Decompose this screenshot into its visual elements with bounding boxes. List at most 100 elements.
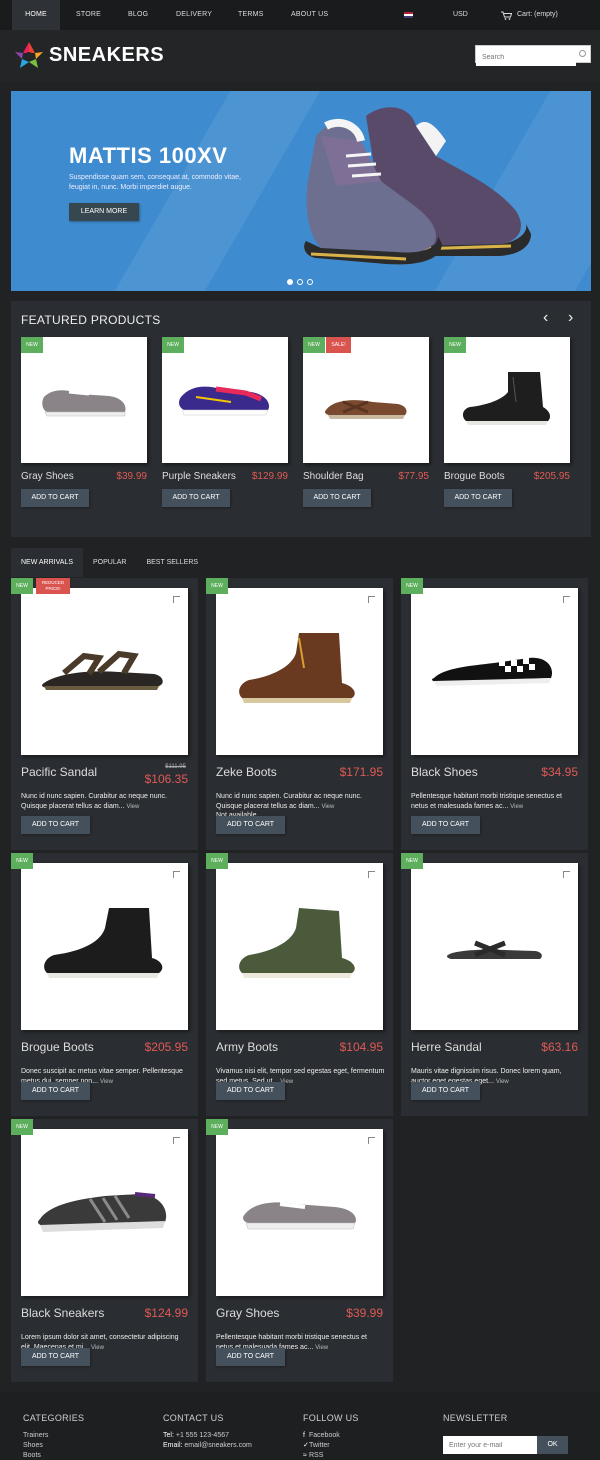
add-to-cart-button[interactable]: ADD TO CART: [21, 816, 90, 834]
product-name[interactable]: Army Boots: [216, 1040, 278, 1054]
product-image[interactable]: [216, 1129, 383, 1296]
compare-checkbox-icon[interactable]: [173, 871, 180, 878]
hero-dot-1[interactable]: [287, 279, 293, 285]
hero-dot-3[interactable]: [307, 279, 313, 285]
nav-store[interactable]: STORE: [76, 0, 101, 30]
product-name[interactable]: Gray Shoes: [216, 1306, 279, 1320]
footer-link-boots[interactable]: Boots: [23, 1451, 84, 1460]
product-price: $63.16: [541, 1040, 578, 1054]
featured-next-arrow[interactable]: ›: [568, 309, 573, 327]
featured-prev-arrow[interactable]: ‹: [543, 309, 548, 327]
footer-link-twitter[interactable]: ✓Twitter: [303, 1441, 359, 1451]
add-to-cart-button[interactable]: ADD TO CART: [216, 816, 285, 834]
product-name[interactable]: Pacific Sandal: [21, 765, 97, 779]
footer-newsletter: NEWSLETTER: [443, 1413, 508, 1431]
hero-text: Suspendisse quam sem, consequat at, comm…: [69, 174, 241, 191]
us-flag-icon[interactable]: [404, 12, 413, 18]
product-image[interactable]: NEW: [162, 337, 288, 463]
product-image[interactable]: NEW: [444, 337, 570, 463]
nav-terms[interactable]: TERMS: [238, 0, 264, 30]
view-link[interactable]: View: [510, 804, 523, 810]
product-name[interactable]: Zeke Boots: [216, 765, 277, 779]
compare-checkbox-icon[interactable]: [368, 1137, 375, 1144]
product-image[interactable]: [411, 863, 578, 1030]
logo-text[interactable]: SNEAKERS: [49, 44, 164, 67]
tab-best-sellers[interactable]: BEST SELLERS: [136, 548, 208, 577]
product-image[interactable]: [216, 863, 383, 1030]
add-to-cart-button[interactable]: ADD TO CART: [21, 489, 89, 507]
add-to-cart-button[interactable]: ADD TO CART: [444, 489, 512, 507]
new-badge: NEW: [303, 337, 325, 353]
product-image[interactable]: [21, 1129, 188, 1296]
product-name[interactable]: Black Sneakers: [21, 1306, 104, 1320]
nav-home[interactable]: HOME: [12, 0, 60, 30]
view-link[interactable]: View: [315, 1345, 328, 1351]
product-description: Pellentesque habitant morbi tristique se…: [411, 793, 562, 810]
add-to-cart-button[interactable]: ADD TO CART: [411, 1082, 480, 1100]
add-to-cart-button[interactable]: ADD TO CART: [21, 1348, 90, 1366]
add-to-cart-button[interactable]: ADD TO CART: [411, 816, 480, 834]
product-price: $77.95: [398, 471, 429, 482]
product-image[interactable]: NEW: [21, 337, 147, 463]
tab-new-arrivals[interactable]: NEW ARRIVALS: [11, 548, 83, 577]
view-link[interactable]: View: [100, 1079, 113, 1085]
search-input[interactable]: [476, 49, 576, 66]
product-name[interactable]: Brogue Boots: [21, 1040, 94, 1054]
currency-selector[interactable]: USD: [453, 0, 468, 30]
logo-star-icon[interactable]: [14, 40, 44, 70]
new-badge: NEW: [206, 853, 228, 869]
sale-badge: SALE!: [326, 337, 351, 353]
footer-email-link[interactable]: email@sneakers.com: [184, 1442, 251, 1449]
product-name[interactable]: Purple Sneakers: [162, 471, 236, 482]
add-to-cart-button[interactable]: ADD TO CART: [21, 1082, 90, 1100]
product-description: Nunc id nunc sapien. Curabitur ac neque …: [216, 793, 362, 810]
view-link[interactable]: View: [91, 1345, 104, 1351]
add-to-cart-button[interactable]: ADD TO CART: [303, 489, 371, 507]
product-name[interactable]: Black Shoes: [411, 765, 478, 779]
compare-checkbox-icon[interactable]: [173, 1137, 180, 1144]
add-to-cart-button[interactable]: ADD TO CART: [216, 1082, 285, 1100]
product-tabs: NEW ARRIVALS POPULAR BEST SELLERS: [11, 548, 591, 577]
nav-blog[interactable]: BLOG: [128, 0, 148, 30]
search-icon[interactable]: [579, 50, 586, 57]
footer-link-shoes[interactable]: Shoes: [23, 1441, 84, 1451]
new-badge: NEW: [206, 578, 228, 594]
product-image[interactable]: [21, 588, 188, 755]
compare-checkbox-icon[interactable]: [368, 596, 375, 603]
product-card: NEW Brogue Boots $205.95 Donec suscipit …: [11, 853, 198, 1116]
add-to-cart-button[interactable]: ADD TO CART: [216, 1348, 285, 1366]
footer-link-facebook[interactable]: f Facebook: [303, 1431, 359, 1441]
newsletter-ok-button[interactable]: OK: [537, 1436, 568, 1454]
nav-about-us[interactable]: ABOUT US: [291, 0, 328, 30]
newsletter-email-input[interactable]: [443, 1436, 537, 1454]
tab-popular[interactable]: POPULAR: [83, 548, 136, 577]
product-name[interactable]: Shoulder Bag: [303, 471, 364, 482]
product-name[interactable]: Brogue Boots: [444, 471, 505, 482]
compare-checkbox-icon[interactable]: [173, 596, 180, 603]
add-to-cart-button[interactable]: ADD TO CART: [162, 489, 230, 507]
product-image[interactable]: NEW SALE!: [303, 337, 429, 463]
compare-checkbox-icon[interactable]: [563, 871, 570, 878]
product-image[interactable]: [411, 588, 578, 755]
footer-email: Email: email@sneakers.com: [163, 1442, 252, 1449]
compare-checkbox-icon[interactable]: [563, 596, 570, 603]
learn-more-button[interactable]: LEARN MORE: [69, 203, 139, 221]
featured-title: FEATURED PRODUCTS: [21, 313, 161, 327]
footer-newsletter-title: NEWSLETTER: [443, 1413, 508, 1423]
footer-link-trainers[interactable]: Trainers: [23, 1431, 84, 1441]
footer-link-rss[interactable]: ≈ RSS: [303, 1451, 359, 1460]
view-link[interactable]: View: [496, 1079, 509, 1085]
nav-delivery[interactable]: DELIVERY: [176, 0, 212, 30]
featured-card: NEW Gray Shoes $39.99 ADD TO CART: [21, 337, 147, 507]
cart-link[interactable]: Cart: (empty): [501, 0, 558, 30]
product-name[interactable]: Herre Sandal: [411, 1040, 482, 1054]
footer-follow-title: FOLLOW US: [303, 1413, 359, 1423]
product-image[interactable]: [216, 588, 383, 755]
compare-checkbox-icon[interactable]: [368, 871, 375, 878]
search-box: [475, 45, 591, 66]
hero-dot-2[interactable]: [297, 279, 303, 285]
view-link[interactable]: View: [126, 804, 139, 810]
product-image[interactable]: [21, 863, 188, 1030]
view-link[interactable]: View: [321, 804, 334, 810]
product-name[interactable]: Gray Shoes: [21, 471, 74, 482]
